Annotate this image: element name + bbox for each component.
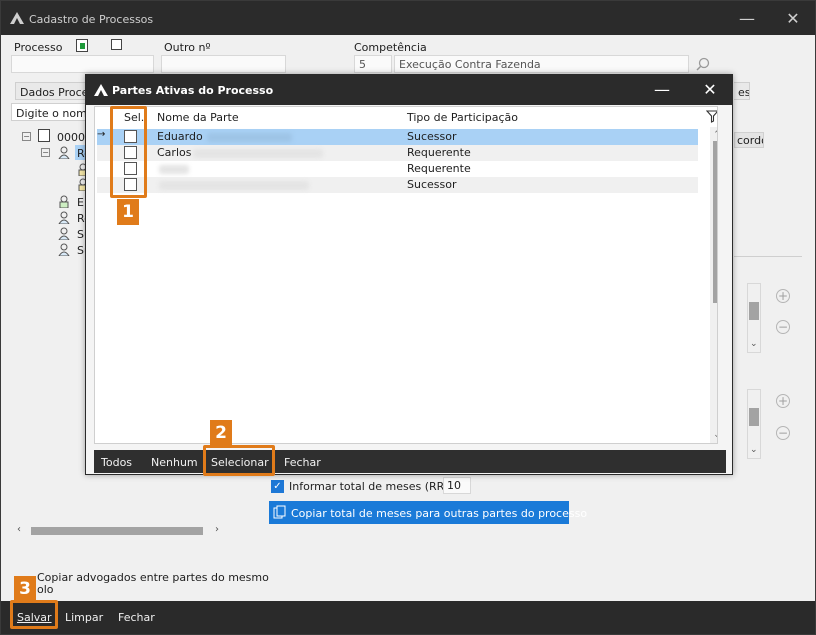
table-row[interactable]: Sucessor xyxy=(97,177,698,193)
scroll-down-icon[interactable]: ⌄ xyxy=(710,429,717,441)
scroll-down-icon[interactable]: ⌄ xyxy=(750,445,758,455)
redacted-text xyxy=(207,133,292,142)
todos-button[interactable]: Todos xyxy=(101,456,132,469)
scroll-down-icon[interactable]: ⌄ xyxy=(750,339,758,349)
dialog-bottom-toolbar: Todos Nenhum Selecionar Fechar xyxy=(94,450,726,473)
fechar-dialog-button[interactable]: Fechar xyxy=(284,456,321,469)
limpar-button[interactable]: Limpar xyxy=(65,611,103,624)
highlight-box-3 xyxy=(10,600,58,629)
outro-numero-label: Outro nº xyxy=(164,41,211,54)
nome-cell: Eduardo xyxy=(157,130,203,143)
informar-meses-checkbox[interactable]: ✓ xyxy=(271,480,284,493)
search-icon[interactable] xyxy=(696,57,710,71)
fechar-button[interactable]: Fechar xyxy=(118,611,155,624)
table-row[interactable]: Requerente xyxy=(97,161,698,177)
highlight-box-1 xyxy=(110,106,147,198)
person-icon xyxy=(58,227,70,240)
close-icon[interactable]: ✕ xyxy=(783,9,803,29)
person-icon xyxy=(59,195,69,208)
document-icon xyxy=(38,129,50,142)
filter-icon[interactable] xyxy=(706,110,718,123)
remove-icon[interactable]: − xyxy=(776,320,790,334)
nome-cell: Carlos xyxy=(157,146,192,159)
copy-icon xyxy=(273,505,286,519)
table-row[interactable]: → Eduardo Sucessor xyxy=(97,129,698,145)
divider xyxy=(734,256,802,257)
column-header-tipo[interactable]: Tipo de Participação xyxy=(407,111,518,124)
main-window-title: Cadastro de Processos xyxy=(29,13,154,26)
highlight-box-2 xyxy=(203,445,275,476)
minimize-icon[interactable]: — xyxy=(652,80,672,100)
scrollbar-thumb[interactable] xyxy=(749,408,759,426)
list-scrollbar[interactable]: ⌄ xyxy=(747,389,761,459)
add-icon[interactable]: + xyxy=(776,394,790,408)
person-icon xyxy=(58,146,70,159)
tipo-cell: Sucessor xyxy=(407,130,457,143)
tipo-cell: Requerente xyxy=(407,162,471,175)
column-header-nome[interactable]: Nome da Parte xyxy=(157,111,239,124)
outro-numero-field[interactable] xyxy=(161,55,286,73)
app-logo-icon xyxy=(10,12,24,24)
processo-label: Processo xyxy=(14,41,63,54)
list-scrollbar[interactable]: ⌄ xyxy=(747,283,761,353)
dialog-title-bar: Partes Ativas do Processo — ✕ xyxy=(86,75,732,105)
scrollbar-thumb[interactable] xyxy=(713,141,717,303)
new-document-icon[interactable] xyxy=(76,39,88,52)
copiar-meses-label: Copiar total de meses para outras partes… xyxy=(291,507,588,520)
informar-meses-label: Informar total de meses (RRA) xyxy=(289,480,456,493)
redacted-text xyxy=(193,149,323,158)
scroll-up-icon[interactable]: ⌃ xyxy=(710,129,717,141)
tipo-cell: Requerente xyxy=(407,146,471,159)
meses-rra-input[interactable]: 10 xyxy=(443,477,471,494)
competencia-label: Competência xyxy=(354,41,427,54)
add-icon[interactable]: + xyxy=(776,289,790,303)
scrollbar-thumb[interactable] xyxy=(31,527,203,535)
tree-expander[interactable]: − xyxy=(41,148,50,157)
partes-ativas-dialog: Partes Ativas do Processo — ✕ Sel. Nome … xyxy=(85,74,733,476)
partes-grid: Sel. Nome da Parte Tipo de Participação … xyxy=(94,106,718,444)
close-icon[interactable]: ✕ xyxy=(700,80,720,100)
competencia-description-field[interactable]: Execução Contra Fazenda xyxy=(394,55,689,73)
remove-icon[interactable]: − xyxy=(776,426,790,440)
scroll-right-icon[interactable]: › xyxy=(215,524,219,535)
tree-horizontal-scrollbar[interactable]: ‹ › xyxy=(13,524,225,538)
scrollbar-thumb[interactable] xyxy=(749,302,759,320)
copiar-advogados-label: Copiar advogados entre partes do mesmo xyxy=(37,571,269,584)
table-row[interactable]: Carlos Requerente xyxy=(97,145,698,161)
redacted-text xyxy=(159,165,189,174)
tree-expander[interactable]: − xyxy=(22,132,31,141)
tab-partes[interactable]: es xyxy=(734,82,750,100)
competencia-code-field[interactable]: 5 xyxy=(354,55,392,73)
step-badge-3: 3 xyxy=(14,576,36,602)
copiar-meses-button[interactable]: Copiar total de meses para outras partes… xyxy=(269,501,587,524)
app-logo-icon xyxy=(94,84,108,96)
nenhum-button[interactable]: Nenhum xyxy=(151,456,198,469)
grid-vertical-scrollbar[interactable]: ⌃ ⌄ xyxy=(710,127,717,443)
scroll-left-icon[interactable]: ‹ xyxy=(17,524,21,535)
minimize-icon[interactable]: — xyxy=(737,9,757,29)
redacted-text xyxy=(159,181,309,190)
person-icon xyxy=(58,211,70,224)
person-icon xyxy=(58,243,70,256)
step-badge-2: 2 xyxy=(210,420,232,446)
copiar-advogados-label-continued: olo xyxy=(37,583,54,596)
main-title-bar: Cadastro de Processos — ✕ xyxy=(1,1,815,35)
main-bottom-toolbar: Salvar Limpar Fechar xyxy=(1,601,815,634)
note-icon[interactable] xyxy=(111,39,122,50)
dialog-title: Partes Ativas do Processo xyxy=(112,84,274,97)
processo-field[interactable] xyxy=(11,55,154,73)
tipo-cell: Sucessor xyxy=(407,178,457,191)
search-tree-input[interactable]: Digite o nome xyxy=(11,103,87,121)
right-column-header: cordo xyxy=(734,132,764,148)
tab-dados-processo[interactable]: Dados Proces xyxy=(15,82,87,100)
step-badge-1: 1 xyxy=(117,199,139,225)
row-pointer-icon: → xyxy=(97,129,106,140)
